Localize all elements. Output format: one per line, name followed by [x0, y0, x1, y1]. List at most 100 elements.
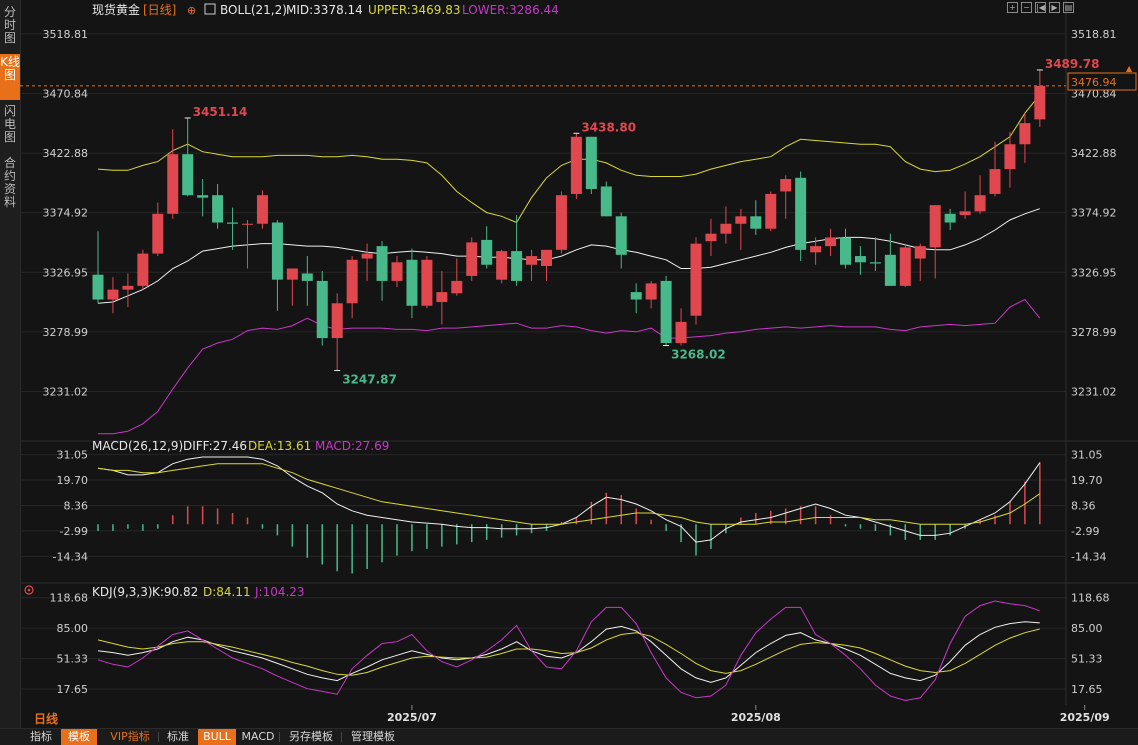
crosshair-icon[interactable]: + [1007, 2, 1018, 13]
settings-gear-icon[interactable]: ⊕ [187, 4, 196, 17]
macd-diff-line [97, 456, 1041, 543]
candle-body [182, 154, 194, 196]
candle-body [421, 259, 433, 306]
candle-body [810, 246, 822, 253]
candle-body [854, 256, 866, 263]
candle-body [122, 285, 134, 290]
date-tick-label: 2025/07 [387, 711, 437, 724]
macd-tick-label-right: 8.36 [1071, 499, 1096, 512]
date-tick-label: 2025/08 [731, 711, 781, 724]
kdj-k-value: K:90.82 [152, 585, 198, 599]
candle-body [765, 193, 777, 229]
candle-body [1034, 85, 1046, 120]
candle-body [944, 213, 956, 223]
candle-body [780, 179, 792, 192]
toolbar-vip-indicator[interactable]: VIP指标 [104, 729, 156, 745]
period-indicator: 日线 [34, 711, 58, 726]
date-tick-label: 2025/09 [1060, 711, 1110, 724]
toolbar-separator [158, 732, 159, 742]
candle-body [899, 247, 911, 286]
zoom-out-icon[interactable]: − [1021, 2, 1032, 13]
toolbar-separator [279, 732, 280, 742]
macd-tick-label-left: 31.05 [57, 449, 89, 462]
macd-grid: 31.05 31.05 19.70 19.70 8.36 8.36 -2.99 -2.99 -1… [20, 449, 1106, 563]
macd-macd-value: MACD:27.69 [315, 439, 389, 453]
toolbar-template[interactable]: 模板 [61, 729, 97, 745]
macd-diff-value: DIFF:27.46 [183, 439, 247, 453]
bottom-toolbar: 指标 模板 VIP指标 标准 BULL MACD 另存模板 管理模板 [0, 728, 1138, 745]
candle-body [1004, 144, 1016, 170]
target-icon-dot [27, 588, 31, 592]
candle-body [989, 169, 1001, 194]
play-icon[interactable]: ▶ [1049, 2, 1060, 13]
kdj-tick-label-left: 118.68 [50, 592, 89, 605]
candle-body [825, 237, 837, 247]
candle-body [451, 280, 463, 294]
candle-body [570, 136, 582, 194]
boll-mid-line [97, 208, 1040, 304]
candle-body [541, 249, 552, 266]
candle-body [914, 246, 926, 259]
candle-body [615, 216, 627, 255]
period-label: [日线] [143, 3, 176, 17]
candle-body [526, 256, 538, 265]
candle-body [720, 223, 732, 234]
candle-body [630, 292, 642, 300]
kdj-k-line [97, 621, 1040, 683]
toolbar-standard[interactable]: 标准 [162, 729, 194, 745]
candle-body [959, 211, 971, 216]
macd-tick-label-right: -2.99 [1071, 525, 1099, 538]
toolbar-manage-template[interactable]: 管理模板 [345, 729, 401, 745]
layout-icon[interactable]: ▤ [1063, 2, 1074, 13]
candle-body [137, 253, 149, 286]
toolbar-separator [341, 732, 342, 742]
candle-body [1019, 123, 1031, 145]
candle-body [660, 280, 672, 344]
price-tick-label-right: 3278.99 [1071, 326, 1117, 339]
extreme-label: 3247.87 [342, 373, 397, 387]
extreme-label: 3451.14 [193, 105, 248, 119]
kdj-d-value: D:84.11 [203, 585, 251, 599]
toolbar-bull[interactable]: BULL [198, 729, 236, 745]
date-axis: 2025/07 2025/08 2025/09 [387, 705, 1110, 724]
boll-upper-value: UPPER:3469.83 [368, 3, 460, 17]
candle-body [152, 213, 164, 254]
chart-canvas[interactable]: 3518.81 3518.813470.84 3470.843422.88 3422.… [0, 0, 1138, 728]
kdj-tick-label-right: 85.00 [1071, 622, 1103, 635]
kdj-tick-label-left: 51.33 [57, 653, 89, 666]
toolbar-save-template[interactable]: 另存模板 [283, 729, 339, 745]
candle-body [107, 289, 119, 300]
macd-tick-label-left: -2.99 [60, 525, 88, 538]
price-tick-label-left: 3278.99 [43, 326, 89, 339]
candle-body [286, 268, 298, 280]
price-tick-label-left: 3326.95 [43, 266, 89, 279]
candle-body [600, 186, 612, 217]
toolbar-macd[interactable]: MACD [240, 729, 276, 745]
extreme-label: 3268.02 [671, 347, 726, 361]
macd-dea-line [97, 463, 1041, 525]
toolbar-indicator[interactable]: 指标 [26, 729, 56, 745]
price-tick-label-right: 3231.02 [1071, 385, 1117, 398]
candle-body [301, 273, 313, 281]
current-price-tag: 3476.94 [1071, 76, 1117, 89]
candle-body [406, 259, 418, 306]
kdj-tick-label-left: 17.65 [57, 683, 89, 696]
first-page-icon[interactable]: |◀ [1035, 2, 1046, 13]
candle-body [555, 195, 567, 250]
macd-tick-label-left: 8.36 [64, 499, 89, 512]
price-tick-label-right: 3374.92 [1071, 207, 1117, 220]
candle-body [227, 222, 239, 224]
candle-body [645, 283, 657, 300]
kdj-tick-label-right: 118.68 [1071, 592, 1110, 605]
candle-body [346, 259, 358, 304]
candle-body [242, 223, 253, 225]
candle-body [496, 251, 508, 280]
indicator-box-icon[interactable] [204, 3, 216, 15]
macd-tick-label-right: 19.70 [1071, 474, 1103, 487]
candle-body [675, 321, 687, 344]
macd-tick-label-left: 19.70 [57, 474, 89, 487]
kdj-grid: 118.68 118.68 85.00 85.00 51.33 51.33 17.65 17.… [20, 592, 1110, 696]
macd-tick-label-right: 31.05 [1071, 449, 1103, 462]
candle-body [511, 251, 523, 281]
boll-lower-line [98, 298, 1041, 435]
